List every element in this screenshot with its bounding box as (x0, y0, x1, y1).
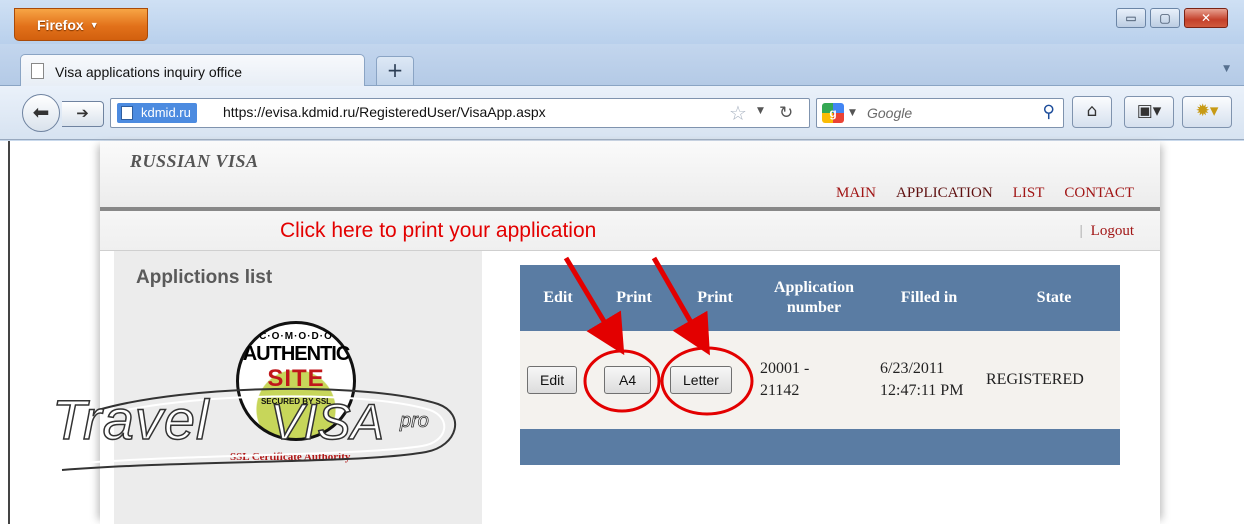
filled-in-date: 6/23/2011 12:47:11 PM (880, 360, 964, 399)
search-engine-dropdown-icon[interactable]: ▼ (849, 108, 856, 118)
forward-button[interactable]: ➔ (62, 101, 104, 127)
table-header: Edit Print Print Application number Fill… (520, 265, 1120, 331)
col-header-print-a4: Print (616, 289, 652, 306)
address-bar[interactable]: kdmid.ru https://evisa.kdmid.ru/Register… (110, 98, 810, 128)
tab-title: Visa applications inquiry office (55, 64, 243, 80)
seal-authentic-text: AUTHENTIC (242, 343, 351, 365)
cell-application-number: 20001 - 21142 (760, 331, 840, 429)
url-text[interactable]: https://evisa.kdmid.ru/RegisteredUser/Vi… (223, 104, 546, 120)
print-letter-button[interactable]: Letter (670, 366, 732, 394)
minimize-button[interactable]: ▭ (1116, 8, 1146, 28)
col-header-application-number: Application number (773, 279, 854, 316)
watermark-pro: pro (400, 410, 430, 433)
nav-application[interactable]: APPLICATION (896, 185, 993, 202)
cell-edit: Edit (527, 331, 578, 429)
maximize-button[interactable]: ▢ (1150, 8, 1180, 28)
col-header-print-letter: Print (697, 289, 733, 306)
url-history-dropdown-icon[interactable]: ▼ (757, 106, 764, 116)
nav-list[interactable]: LIST (1013, 185, 1045, 202)
tab-visa-applications[interactable]: Visa applications inquiry office (20, 54, 365, 88)
applications-table: Edit Print Print Application number Fill… (520, 265, 1120, 465)
viewport-edge (0, 141, 10, 524)
site-header: RUSSIAN VISA MAIN APPLICATION LIST CONTA… (100, 141, 1160, 209)
search-icon[interactable]: ⚲ (1043, 102, 1055, 122)
print-a4-button[interactable]: A4 (604, 366, 652, 394)
annotation-callout: Click here to print your application (280, 219, 597, 242)
window-controls: ▭ ▢ ✕ (1116, 8, 1228, 28)
logout-link[interactable]: Logout (1091, 223, 1134, 239)
firefox-menu-button[interactable]: Firefox ▼ (14, 8, 148, 41)
tab-strip: Visa applications inquiry office + ▼ (0, 44, 1244, 88)
search-input[interactable]: Google (867, 105, 912, 121)
col-header-filled-in: Filled in (900, 289, 958, 306)
tab-list-icon[interactable]: ▼ (1223, 64, 1230, 74)
back-forward-group: ➔ ⬅ (22, 94, 108, 132)
firefox-menu-label: Firefox (37, 17, 84, 33)
cell-filled-in: 6/23/2011 12:47:11 PM (880, 331, 964, 429)
window-titlebar: Firefox ▼ ▭ ▢ ✕ (0, 0, 1244, 44)
bookmarks-button[interactable]: ▣▾ (1124, 96, 1174, 128)
search-bar[interactable]: g ▼ Google ⚲ (816, 98, 1064, 128)
cell-print-letter: Letter (670, 331, 732, 429)
sub-bar: Click here to print your application | Lo… (100, 211, 1160, 251)
application-number: 20001 - 21142 (760, 360, 810, 399)
col-header-edit: Edit (543, 289, 573, 306)
back-button[interactable]: ⬅ (22, 94, 60, 132)
col-header-state: State (1036, 289, 1072, 306)
addon-button[interactable]: ✹▾ (1182, 96, 1232, 128)
seal-top-text: C·O·M·O·D·O (259, 331, 333, 342)
bookmarks-icon: ▣▾ (1136, 101, 1162, 121)
page-icon (31, 63, 44, 79)
navigation-toolbar: ➔ ⬅ kdmid.ru https://evisa.kdmid.ru/Regi… (0, 86, 1244, 140)
new-tab-button[interactable]: + (376, 56, 414, 86)
logout-separator: | (1079, 223, 1083, 239)
nav-main[interactable]: MAIN (836, 185, 876, 202)
close-button[interactable]: ✕ (1184, 8, 1228, 28)
site-identity-label: kdmid.ru (141, 105, 191, 120)
watermark-visa: VISA (269, 393, 384, 451)
reload-icon[interactable]: ↻ (779, 103, 793, 123)
favicon-icon (121, 106, 133, 120)
main-nav: MAIN APPLICATION LIST CONTACT (836, 185, 1134, 202)
status-badge: REGISTERED (986, 371, 1084, 388)
addon-icon: ✹▾ (1195, 101, 1219, 121)
forward-arrow-icon: ➔ (76, 104, 89, 122)
bookmark-star-icon[interactable]: ☆ (729, 101, 747, 125)
cell-print-a4: A4 (604, 331, 652, 429)
google-icon[interactable]: g (822, 103, 844, 123)
table-row: Edit A4 Letter 20001 - 21142 6/23/2011 1… (520, 331, 1120, 429)
site-brand: RUSSIAN VISA (130, 151, 259, 171)
watermark-travel: Travel (51, 387, 210, 452)
home-icon: ⌂ (1086, 101, 1098, 121)
back-arrow-icon: ⬅ (32, 100, 50, 124)
edit-button[interactable]: Edit (527, 366, 578, 394)
site-identity-button[interactable]: kdmid.ru (117, 103, 197, 123)
travelvisa-watermark: Travel VISA pro (38, 380, 458, 480)
home-button[interactable]: ⌂ (1072, 96, 1112, 128)
sidebar-title: Applictions list (136, 267, 273, 288)
chevron-down-icon: ▼ (89, 20, 99, 30)
cell-state: REGISTERED (986, 331, 1084, 429)
nav-contact[interactable]: CONTACT (1064, 185, 1134, 202)
